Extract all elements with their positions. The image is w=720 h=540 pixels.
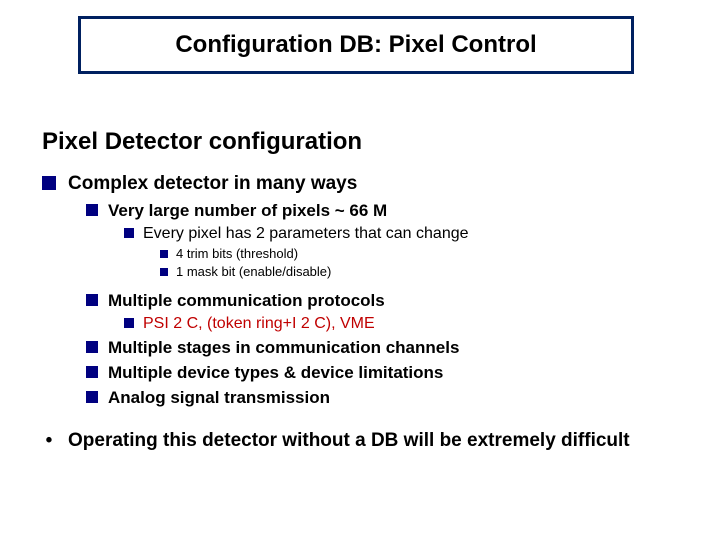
bullet-level4: 1 mask bit (enable/disable) bbox=[160, 263, 682, 281]
bullet-level3: Every pixel has 2 parameters that can ch… bbox=[124, 223, 682, 245]
square-bullet-icon bbox=[160, 268, 168, 276]
square-bullet-icon bbox=[124, 318, 134, 328]
bullet-text: Multiple stages in communication channel… bbox=[108, 337, 459, 358]
square-bullet-icon bbox=[86, 366, 98, 378]
square-bullet-icon bbox=[86, 294, 98, 306]
bullet-text: Every pixel has 2 parameters that can ch… bbox=[143, 224, 469, 244]
bullet-level2: Multiple communication protocols bbox=[86, 288, 682, 313]
bullet-level2: Very large number of pixels ~ 66 M bbox=[86, 198, 682, 223]
bullet-text: 1 mask bit (enable/disable) bbox=[176, 264, 331, 280]
slide-subtitle: Pixel Detector configuration bbox=[42, 128, 362, 156]
bullet-text: 4 trim bits (threshold) bbox=[176, 246, 298, 262]
bullet-text: Analog signal transmission bbox=[108, 387, 330, 408]
square-bullet-icon bbox=[86, 204, 98, 216]
square-bullet-icon bbox=[86, 341, 98, 353]
bullet-text: Multiple device types & device limitatio… bbox=[108, 362, 443, 383]
square-bullet-icon bbox=[86, 391, 98, 403]
bullet-level3: PSI 2 C, (token ring+I 2 C), VME bbox=[124, 313, 682, 335]
bullet-level1: Complex detector in many ways bbox=[42, 168, 682, 198]
bullet-text: Complex detector in many ways bbox=[68, 172, 357, 196]
dot-bullet-icon: • bbox=[42, 429, 56, 453]
square-bullet-icon bbox=[42, 176, 56, 190]
bullet-text: Very large number of pixels ~ 66 M bbox=[108, 200, 387, 221]
square-bullet-icon bbox=[124, 228, 134, 238]
bullet-level4: 4 trim bits (threshold) bbox=[160, 245, 682, 263]
footnote-text: Operating this detector without a DB wil… bbox=[68, 429, 630, 453]
bullet-level1-footnote: • Operating this detector without a DB w… bbox=[42, 425, 682, 455]
square-bullet-icon bbox=[160, 250, 168, 258]
title-container: Configuration DB: Pixel Control bbox=[78, 16, 634, 74]
bullet-text: Multiple communication protocols bbox=[108, 290, 385, 311]
slide: Configuration DB: Pixel Control Pixel De… bbox=[0, 0, 720, 540]
bullet-level2: Multiple device types & device limitatio… bbox=[86, 360, 682, 385]
slide-title: Configuration DB: Pixel Control bbox=[175, 31, 536, 59]
bullet-level2: Multiple stages in communication channel… bbox=[86, 335, 682, 360]
bullet-level2: Analog signal transmission bbox=[86, 385, 682, 410]
bullet-text-emphasis: PSI 2 C, (token ring+I 2 C), VME bbox=[143, 314, 375, 334]
content-area: Complex detector in many ways Very large… bbox=[42, 168, 682, 454]
